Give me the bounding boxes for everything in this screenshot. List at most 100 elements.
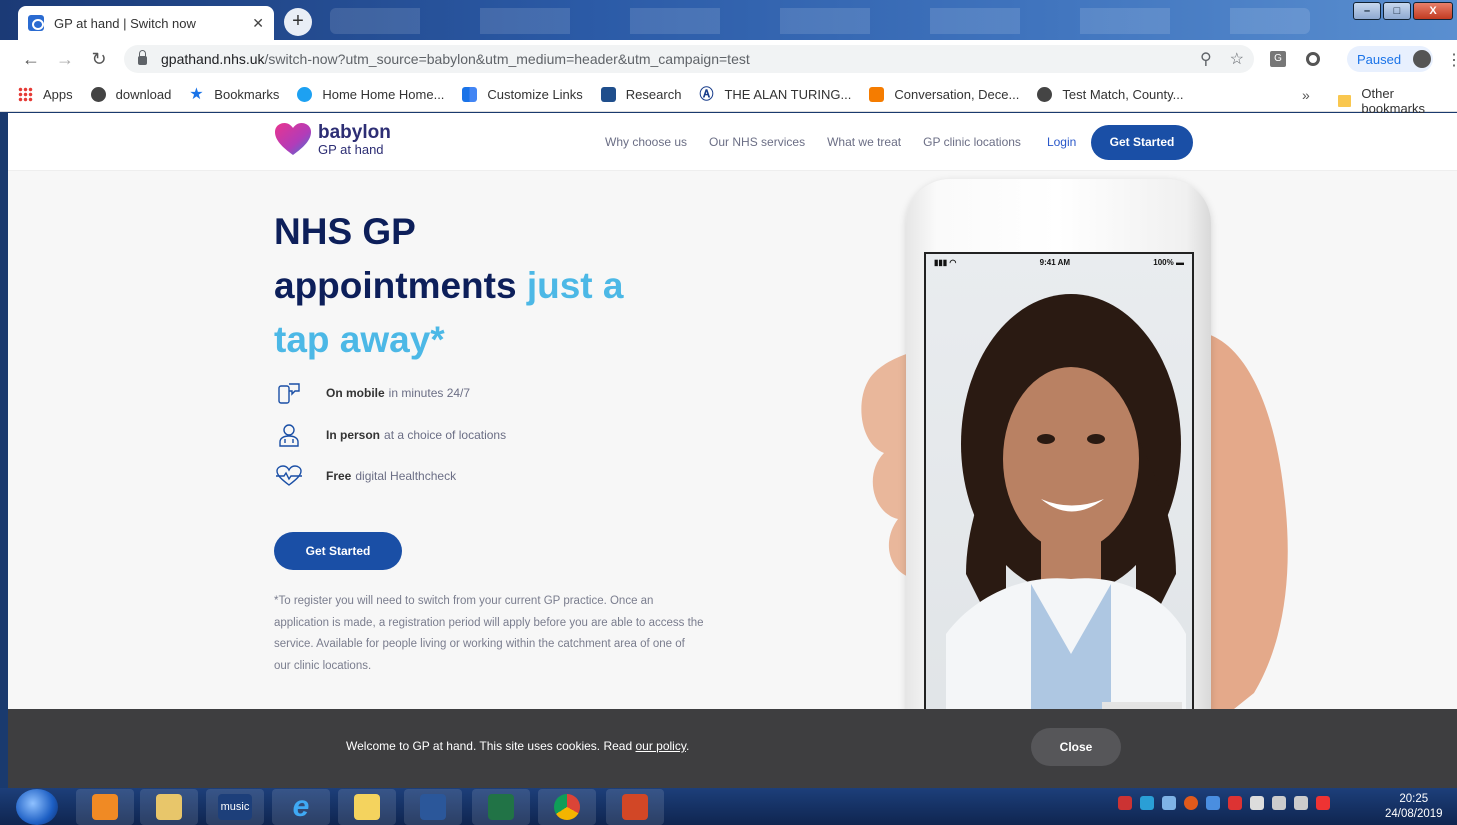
turing-icon: Ⓐ <box>699 86 714 102</box>
skype-icon[interactable] <box>1140 796 1154 810</box>
feature-in-person-bold: In person <box>326 428 381 442</box>
bookmark-label: Bookmarks <box>214 87 280 102</box>
volume-icon[interactable] <box>1294 796 1308 810</box>
hero-title-line1: NHS GP <box>274 211 416 252</box>
minimize-button[interactable]: – <box>1353 2 1381 20</box>
apps-grid-icon <box>18 87 33 102</box>
start-button-icon[interactable] <box>16 789 58 825</box>
lock-icon[interactable] <box>138 49 147 65</box>
cookie-policy-link[interactable]: our policy <box>635 739 685 753</box>
header-get-started-button[interactable]: Get Started <box>1091 125 1193 160</box>
extension-g-icon[interactable]: G <box>1270 51 1286 67</box>
nav-why-choose-us[interactable]: Why choose us <box>605 135 687 149</box>
logo-sub: GP at hand <box>318 141 384 157</box>
more-bookmarks-chevron-icon[interactable]: » <box>1302 87 1310 103</box>
phone-battery: 100% ▬ <box>1153 258 1184 267</box>
system-clock[interactable]: 20:25 24/08/2019 <box>1385 792 1443 822</box>
forward-arrow-icon[interactable]: → <box>48 49 82 70</box>
action-center-flag-icon[interactable] <box>1316 796 1330 810</box>
phone-status-bar: ▮▮▮ ◠ 9:41 AM 100% ▬ <box>926 254 1192 272</box>
bookmark-download[interactable]: download <box>90 87 172 102</box>
heart-pulse-icon <box>274 464 304 488</box>
security-icon[interactable] <box>1228 796 1242 810</box>
hero-title-line2b: just a <box>526 265 624 306</box>
bookmark-label: THE ALAN TURING... <box>724 87 852 102</box>
phone-time: 9:41 AM <box>1039 258 1071 267</box>
sticky-notes-icon[interactable] <box>338 789 396 825</box>
excel-icon[interactable] <box>472 789 530 825</box>
tab-close-icon[interactable]: ✕ <box>252 15 264 32</box>
feature-mobile-bold: On mobile <box>326 386 385 400</box>
bookmark-apps[interactable]: Apps <box>18 87 73 102</box>
bookmark-alan-turing[interactable]: Ⓐ THE ALAN TURING... <box>699 86 852 103</box>
media-player-icon[interactable] <box>76 789 134 825</box>
bookmark-conversation[interactable]: Conversation, Dece... <box>869 87 1019 102</box>
bookmark-label: Research <box>625 87 682 102</box>
calendar-icon <box>600 87 616 102</box>
profile-status: Paused <box>1357 51 1402 67</box>
nav-what-we-treat[interactable]: What we treat <box>827 135 901 149</box>
music-label: music <box>218 794 252 820</box>
update-icon[interactable] <box>1184 796 1198 810</box>
chrome-menu-icon[interactable]: ⋮ <box>1446 50 1457 70</box>
star-icon: ★ <box>189 86 204 103</box>
new-tab-button[interactable]: + <box>284 8 312 36</box>
other-bookmarks-label: Other bookmarks <box>1361 86 1425 116</box>
signal-icon[interactable] <box>1272 796 1286 810</box>
nav-our-nhs-services[interactable]: Our NHS services <box>709 135 805 149</box>
dropbox-icon[interactable] <box>1206 796 1220 810</box>
bookmarks-bar: Apps download ★ Bookmarks Home Home Home.… <box>0 78 1457 116</box>
feature-in-person-text: at a choice of locations <box>384 428 507 442</box>
address-bar[interactable]: gpathand.nhs.uk/switch-now?utm_source=ba… <box>124 45 1254 73</box>
internet-explorer-icon[interactable]: e <box>272 789 330 825</box>
phone-mockup: ▮▮▮ ◠ 9:41 AM 100% ▬ <box>906 179 1211 788</box>
bookmark-label: Customize Links <box>487 87 583 102</box>
globe-icon <box>90 87 106 102</box>
web-page: babylon GP at hand Why choose us Our NHS… <box>8 113 1457 788</box>
login-link[interactable]: Login <box>1047 135 1076 149</box>
hero-get-started-button[interactable]: Get Started <box>274 532 402 570</box>
cookie-close-button[interactable]: Close <box>1031 728 1121 766</box>
bookmark-bookmarks[interactable]: ★ Bookmarks <box>189 86 280 103</box>
battery-icon[interactable] <box>1250 796 1264 810</box>
other-bookmarks[interactable]: Other bookmarks <box>1338 86 1457 116</box>
reload-icon[interactable]: ↻ <box>82 49 116 70</box>
globe-icon <box>1037 87 1053 102</box>
bookmark-label: Apps <box>43 87 73 102</box>
heart-logo-icon <box>274 122 312 156</box>
tray-icon[interactable] <box>1118 796 1132 810</box>
windows-taskbar: music e 20:25 24/08/2019 <box>0 788 1457 825</box>
amazon-music-icon[interactable]: music <box>206 789 264 825</box>
bookmark-label: download <box>115 87 172 102</box>
powerpoint-icon[interactable] <box>606 789 664 825</box>
bookmark-twitter-home[interactable]: Home Home Home... <box>297 87 444 102</box>
hero-title-line2a: appointments <box>274 265 517 306</box>
chrome-icon[interactable] <box>538 789 596 825</box>
feature-in-person: In person at a choice of locations <box>274 423 506 447</box>
feature-healthcheck-bold: Free <box>326 469 352 483</box>
bookmark-research[interactable]: Research <box>600 87 682 102</box>
signal-wifi-icon: ▮▮▮ ◠ <box>934 258 957 267</box>
bookmark-test-match[interactable]: Test Match, County... <box>1037 87 1184 102</box>
extension-circle-icon[interactable] <box>1306 52 1320 66</box>
nav-gp-clinic-locations[interactable]: GP clinic locations <box>923 135 1021 149</box>
back-arrow-icon[interactable]: ← <box>14 49 48 70</box>
feature-mobile: On mobile in minutes 24/7 <box>274 381 470 405</box>
site-header: babylon GP at hand Why choose us Our NHS… <box>8 113 1457 171</box>
doctor-icon <box>274 423 304 447</box>
bookmark-customize-links[interactable]: Customize Links <box>462 87 583 102</box>
zoom-magnifier-icon[interactable]: ⚲ <box>1200 49 1212 69</box>
bookmark-star-icon[interactable]: ☆ <box>1230 49 1244 69</box>
mobile-chat-icon <box>274 381 304 405</box>
babylon-logo[interactable]: babylon GP at hand <box>274 122 391 156</box>
window-close-button[interactable]: X <box>1413 2 1453 20</box>
maximize-button[interactable]: □ <box>1383 2 1411 20</box>
profile-button[interactable]: Paused <box>1347 46 1433 72</box>
clock-date: 24/08/2019 <box>1385 808 1443 820</box>
browser-tab[interactable]: GP at hand | Switch now ✕ <box>18 6 274 40</box>
word-icon[interactable] <box>404 789 462 825</box>
background-tabs[interactable] <box>330 8 1310 34</box>
folder-icon <box>1338 95 1352 107</box>
cloud-icon[interactable] <box>1162 796 1176 810</box>
file-explorer-icon[interactable] <box>140 789 198 825</box>
